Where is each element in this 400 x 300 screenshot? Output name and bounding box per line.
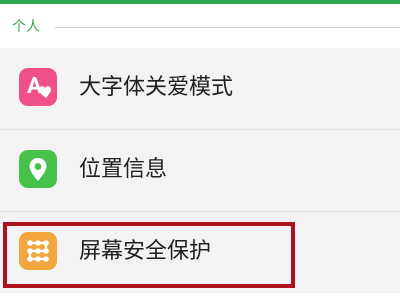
- setting-item-location[interactable]: 位置信息: [0, 130, 400, 212]
- section-title: 个人: [12, 19, 40, 35]
- setting-item-large-font-care[interactable]: 大字体关爱模式: [0, 48, 400, 130]
- highlight-annotation-box: [3, 222, 295, 288]
- setting-label: 位置信息: [79, 157, 168, 182]
- location-pin-icon: [19, 150, 57, 188]
- section-divider: [55, 27, 400, 28]
- section-header: 个人: [0, 4, 400, 48]
- setting-label: 大字体关爱模式: [79, 75, 234, 100]
- large-font-care-icon: [19, 68, 57, 106]
